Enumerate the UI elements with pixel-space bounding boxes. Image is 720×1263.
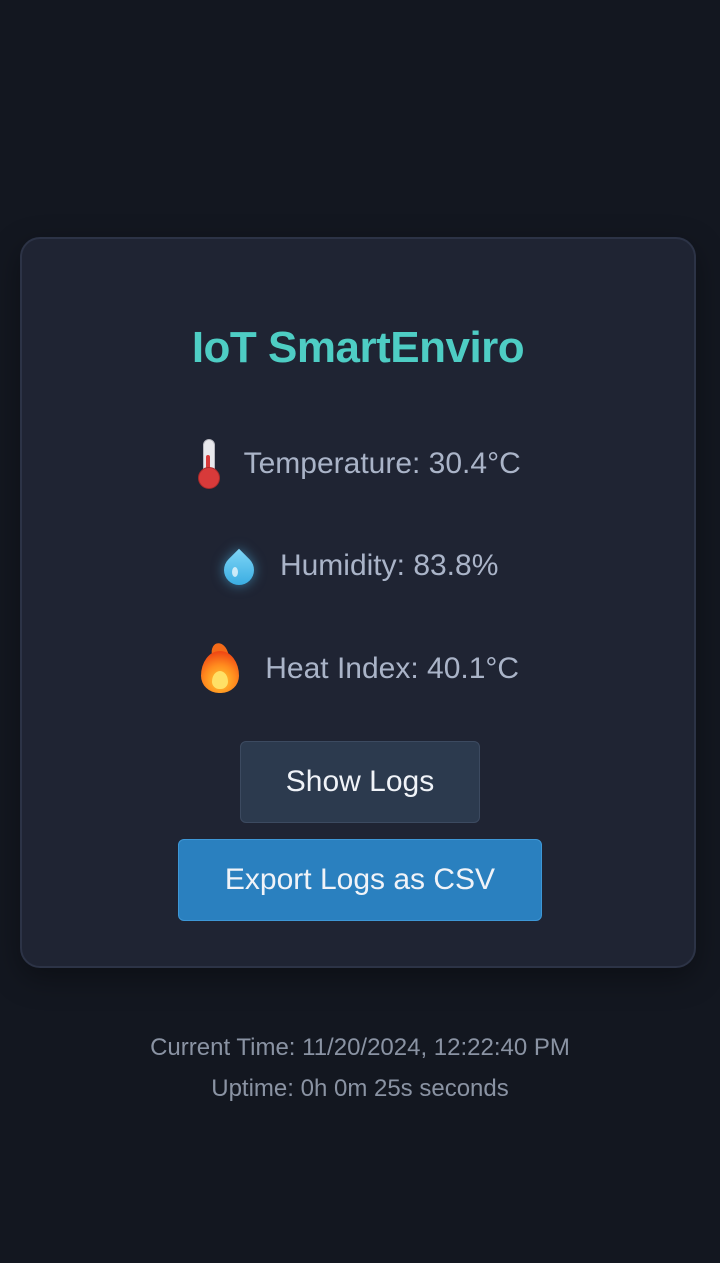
- app-title: IoT SmartEnviro: [191, 323, 525, 372]
- current-time: Current Time: 11/20/2024, 12:22:40 PM: [150, 1034, 570, 1061]
- fire-icon: [197, 641, 243, 695]
- show-logs-button[interactable]: Show Logs: [240, 741, 480, 823]
- humidity-reading: Humidity: 83.8%: [22, 541, 694, 592]
- temperature-label: Temperature: 30.4°C: [243, 447, 521, 480]
- water-droplet-icon: [217, 541, 260, 592]
- heat-index-reading: Heat Index: 40.1°C: [22, 641, 694, 695]
- thermometer-icon: [195, 439, 221, 489]
- uptime: Uptime: 0h 0m 25s seconds: [211, 1075, 509, 1102]
- sensor-card: IoT SmartEnviro Temperature: 30.4°C Humi…: [20, 237, 696, 968]
- heat-index-label: Heat Index: 40.1°C: [265, 652, 520, 685]
- humidity-label: Humidity: 83.8%: [279, 549, 499, 582]
- export-csv-button[interactable]: Export Logs as CSV: [178, 839, 542, 921]
- page: IoT SmartEnviro Temperature: 30.4°C Humi…: [0, 0, 720, 1263]
- temperature-reading: Temperature: 30.4°C: [22, 439, 694, 489]
